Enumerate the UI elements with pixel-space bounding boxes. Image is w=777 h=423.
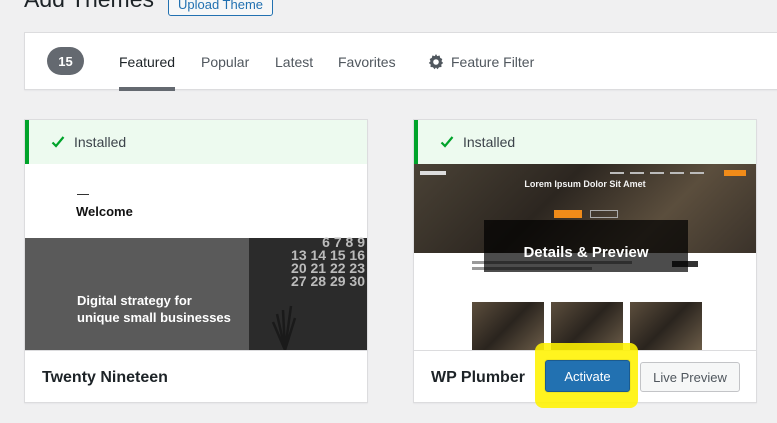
tab-favorites[interactable]: Favorites [338,33,396,91]
theme-card-footer: Twenty Nineteen [25,350,367,402]
tab-popular[interactable]: Popular [201,33,249,91]
preview-button [554,210,582,218]
calendar-numbers: 6 7 8 9 13 14 15 16 20 21 22 23 27 28 29… [247,235,365,289]
divider [77,194,89,195]
preview-button [590,210,618,218]
preview-nav [420,170,746,176]
theme-count-badge: 15 [47,47,84,75]
screenshot-bottom: 6 7 8 9 13 14 15 16 20 21 22 23 27 28 29… [25,235,367,350]
preview-welcome: Welcome [76,204,133,219]
live-preview-button[interactable]: Live Preview [640,362,740,392]
page-title: Add Themes [24,0,154,12]
headline-line: unique small businesses [77,310,231,325]
installed-notice: Installed [414,120,756,164]
checkmark-icon [51,135,65,149]
installed-label: Installed [463,134,516,150]
headline-line: Digital strategy for [77,293,192,308]
preview-hero-title: Lorem Ipsum Dolor Sit Amet [524,179,646,189]
checkmark-icon [440,135,454,149]
upload-theme-button[interactable]: Upload Theme [167,0,274,16]
theme-name: WP Plumber [431,368,525,386]
feature-filter-button[interactable]: Feature Filter [428,33,534,91]
tab-featured[interactable]: Featured [119,33,176,91]
gear-icon [428,54,444,70]
preview-image [472,302,544,350]
installed-label: Installed [74,134,127,150]
feature-filter-label: Feature Filter [451,54,535,70]
screenshot-top: Welcome [25,164,367,238]
theme-screenshot[interactable]: Welcome 6 7 8 9 13 14 15 16 20 21 22 23 … [25,164,367,350]
filter-bar: 15 Featured Popular Latest Favorites Fea… [24,32,777,91]
theme-name: Twenty Nineteen [42,368,168,386]
plant-image [271,305,297,350]
page-header: Add Themes Upload Theme [24,0,274,16]
tab-latest[interactable]: Latest [275,33,313,91]
theme-card-twenty-nineteen[interactable]: Installed Welcome 6 7 8 9 13 14 15 16 20… [24,119,368,403]
preview-image [630,302,702,350]
preview-headline: Digital strategy for unique small busine… [77,292,247,326]
calendar-row: 27 28 29 30 [291,273,365,289]
details-preview-overlay[interactable]: Details & Preview [484,220,688,272]
installed-notice: Installed [25,120,367,164]
theme-screenshot[interactable]: Lorem Ipsum Dolor Sit Amet Details & Pre… [414,164,756,350]
activate-button[interactable]: Activate [545,360,630,392]
